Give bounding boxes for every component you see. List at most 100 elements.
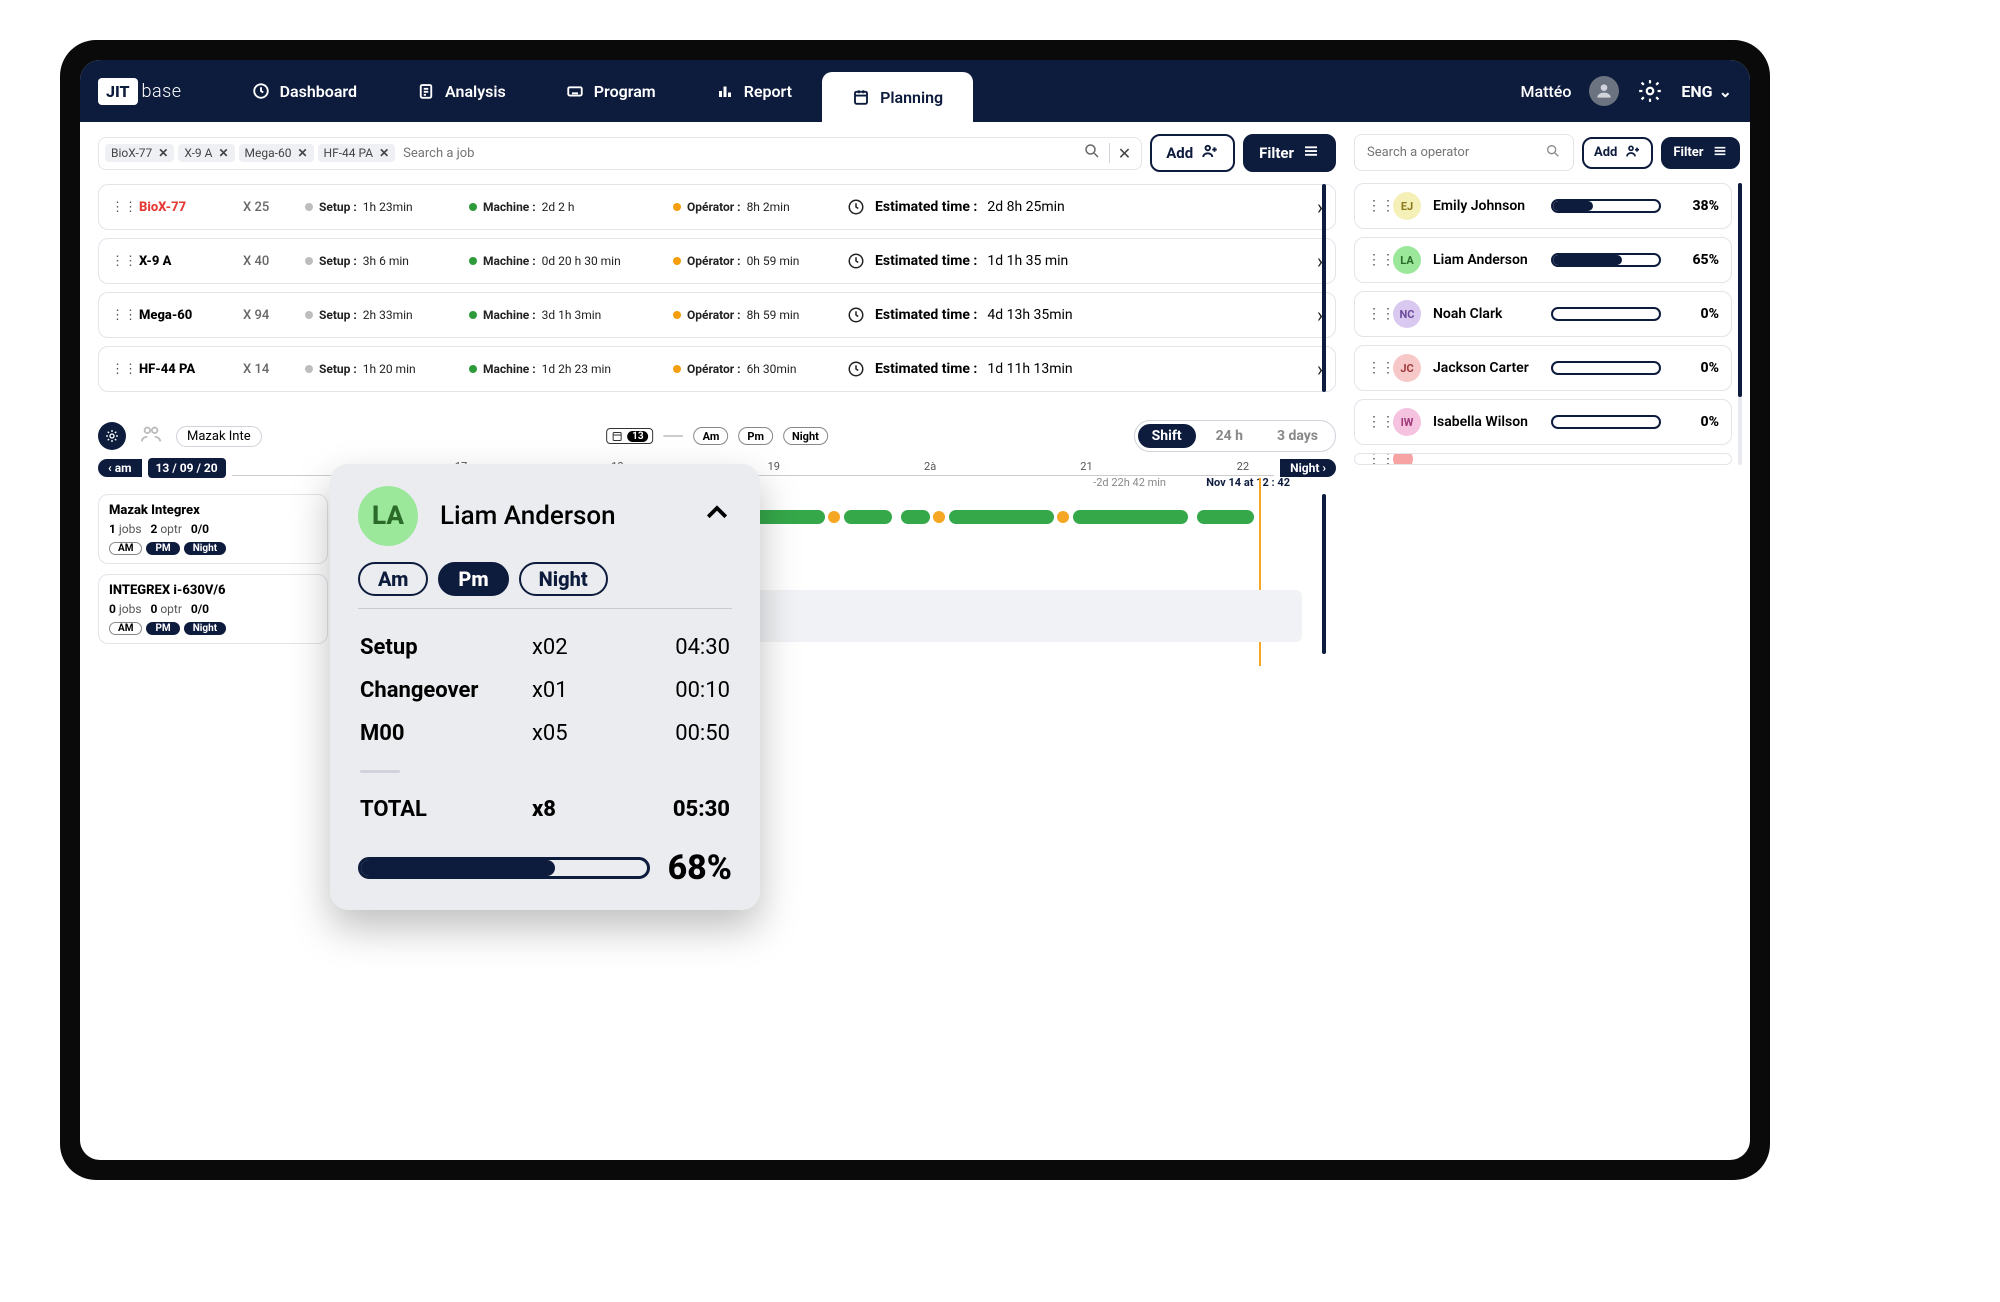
- pill-night[interactable]: Night: [519, 562, 608, 596]
- filter-operators-button[interactable]: Filter: [1661, 137, 1739, 169]
- drag-handle-icon[interactable]: ⋮⋮: [111, 308, 125, 323]
- nav-program[interactable]: Program: [536, 60, 686, 122]
- shift-am[interactable]: AM: [109, 542, 142, 555]
- settings-button[interactable]: [1637, 78, 1663, 104]
- job-row[interactable]: ⋮⋮HF-44 PAX 14Setup : 1h 20 minMachine :…: [98, 346, 1336, 392]
- pill-am[interactable]: Am: [358, 562, 428, 596]
- gantt-bar[interactable]: [1073, 510, 1187, 524]
- drag-handle-icon[interactable]: ⋮⋮: [1367, 306, 1381, 322]
- avatar[interactable]: [1589, 76, 1619, 106]
- nav-report[interactable]: Report: [686, 60, 822, 122]
- nav-planning[interactable]: Planning: [822, 72, 973, 122]
- clock-icon: [252, 82, 270, 100]
- job-row[interactable]: ⋮⋮X-9 AX 40Setup : 3h 6 minMachine : 0d …: [98, 238, 1336, 284]
- lang-label: ENG: [1681, 82, 1712, 101]
- date-badge[interactable]: 13 / 09 / 20: [148, 458, 226, 478]
- operator-row[interactable]: ⋮⋮JCJackson Carter0%: [1354, 345, 1732, 391]
- timeline-settings-button[interactable]: [98, 422, 126, 450]
- gantt-bar[interactable]: [1057, 511, 1069, 523]
- view-24h[interactable]: 24 h: [1202, 424, 1257, 448]
- close-icon[interactable]: ✕: [158, 146, 168, 160]
- logo[interactable]: JIT base: [98, 78, 182, 105]
- shift-pill-night[interactable]: Night: [783, 427, 828, 445]
- machine-card[interactable]: INTEGREX i-630V/60 jobs 0 optr 0/0AMPMNi…: [98, 574, 328, 644]
- drag-handle-icon[interactable]: ⋮⋮: [1367, 360, 1381, 376]
- drag-handle-icon[interactable]: ⋮⋮: [111, 200, 125, 215]
- shift-pm[interactable]: PM: [146, 622, 179, 635]
- nav-analysis[interactable]: Analysis: [387, 60, 536, 122]
- operator-row[interactable]: ⋮⋮NCNoah Clark0%: [1354, 291, 1732, 337]
- job-chips-input[interactable]: BioX-77✕ X-9 A✕ Mega-60✕ HF-44 PA✕ ✕: [98, 137, 1142, 170]
- shift-pm[interactable]: PM: [146, 542, 179, 555]
- chevron-down-icon: ⌄: [1719, 82, 1732, 101]
- progress-bar: [1551, 361, 1661, 375]
- calendar-icon[interactable]: 13: [606, 428, 653, 444]
- gantt-bar[interactable]: [749, 510, 825, 524]
- shift-pill-am[interactable]: Am: [694, 427, 729, 445]
- drag-handle-icon[interactable]: ⋮⋮: [1367, 414, 1381, 430]
- people-icon[interactable]: [140, 423, 162, 449]
- shift-pill-pm[interactable]: Pm: [738, 427, 773, 445]
- next-shift-button[interactable]: Night ›: [1280, 459, 1336, 477]
- drag-handle-icon[interactable]: ⋮⋮: [111, 254, 125, 269]
- job-row[interactable]: ⋮⋮BioX-77X 25Setup : 1h 23minMachine : 2…: [98, 184, 1336, 230]
- close-icon[interactable]: ✕: [379, 146, 389, 160]
- drag-handle-icon[interactable]: ⋮⋮: [1367, 453, 1381, 465]
- machine-filter-pill[interactable]: Mazak Inte: [176, 426, 262, 447]
- operator-row[interactable]: ⋮⋮EJEmily Johnson38%: [1354, 183, 1732, 229]
- shift-am[interactable]: AM: [109, 622, 142, 635]
- shift-night[interactable]: Night: [184, 622, 226, 635]
- close-icon[interactable]: ✕: [218, 146, 228, 160]
- job-row[interactable]: ⋮⋮Mega-60X 94Setup : 2h 33minMachine : 3…: [98, 292, 1336, 338]
- operator-row[interactable]: ⋮⋮IWIsabella Wilson0%: [1354, 399, 1732, 445]
- machine-stat: Machine : 3d 1h 3min: [469, 308, 659, 322]
- drag-handle-icon[interactable]: ⋮⋮: [1367, 198, 1381, 214]
- operator-stat: Opérator : 8h 59 min: [673, 308, 833, 322]
- scrollbar-thumb[interactable]: [1738, 183, 1742, 397]
- gantt-bar[interactable]: [844, 510, 892, 524]
- nav-label: Program: [594, 82, 656, 101]
- view-shift[interactable]: Shift: [1138, 424, 1196, 448]
- gantt-bar[interactable]: [1197, 510, 1254, 524]
- avatar-initials: JC: [1393, 354, 1421, 382]
- pill-pm[interactable]: Pm: [438, 562, 508, 596]
- chevron-up-icon[interactable]: [702, 498, 732, 535]
- gantt-bar[interactable]: [828, 511, 840, 523]
- add-job-button[interactable]: Add: [1150, 134, 1235, 172]
- language-selector[interactable]: ENG ⌄: [1681, 82, 1732, 101]
- operator-search-input[interactable]: [1363, 141, 1537, 164]
- filter-jobs-button[interactable]: Filter: [1243, 134, 1336, 172]
- add-operator-button[interactable]: Add: [1582, 137, 1653, 169]
- app-screen: JIT base Dashboard Analysis Program Repo…: [80, 60, 1750, 1160]
- job-chip[interactable]: HF-44 PA✕: [318, 144, 396, 162]
- nav-dashboard[interactable]: Dashboard: [222, 60, 387, 122]
- machine-stats: 1 jobs 2 optr 0/0: [109, 522, 317, 536]
- view-3days[interactable]: 3 days: [1263, 424, 1332, 448]
- progress-bar: [1551, 253, 1661, 267]
- search-icon[interactable]: [1079, 142, 1105, 164]
- job-chip[interactable]: X-9 A✕: [178, 144, 234, 162]
- job-chip[interactable]: BioX-77✕: [105, 144, 174, 162]
- clear-search-button[interactable]: ✕: [1114, 144, 1135, 163]
- gantt-bar[interactable]: [901, 510, 930, 524]
- gantt-bar[interactable]: [949, 510, 1054, 524]
- scrollbar-thumb[interactable]: [1322, 494, 1326, 654]
- popover-shift-pills: Am Pm Night: [358, 562, 732, 596]
- search-icon[interactable]: [1541, 143, 1565, 163]
- close-icon[interactable]: ✕: [297, 146, 307, 160]
- job-chip[interactable]: Mega-60✕: [239, 144, 314, 162]
- gantt-bar[interactable]: [933, 511, 945, 523]
- job-search-input[interactable]: [399, 142, 1075, 165]
- shift-night[interactable]: Night: [184, 542, 226, 555]
- drag-handle-icon[interactable]: ⋮⋮: [111, 362, 125, 377]
- operator-list: ⋮⋮EJEmily Johnson38% ⋮⋮LALiam Anderson65%…: [1354, 183, 1732, 465]
- menu-icon: [1302, 142, 1320, 164]
- drag-handle-icon[interactable]: ⋮⋮: [1367, 252, 1381, 268]
- scrollbar-thumb[interactable]: [1322, 184, 1326, 392]
- avatar-initials: LA: [358, 486, 418, 546]
- nav-label: Report: [744, 82, 792, 101]
- operator-row[interactable]: ⋮⋮LALiam Anderson65%: [1354, 237, 1732, 283]
- operator-row[interactable]: ⋮⋮: [1354, 453, 1732, 465]
- prev-shift-button[interactable]: ‹ am: [98, 459, 142, 477]
- machine-card[interactable]: Mazak Integrex1 jobs 2 optr 0/0AMPMNight: [98, 494, 328, 564]
